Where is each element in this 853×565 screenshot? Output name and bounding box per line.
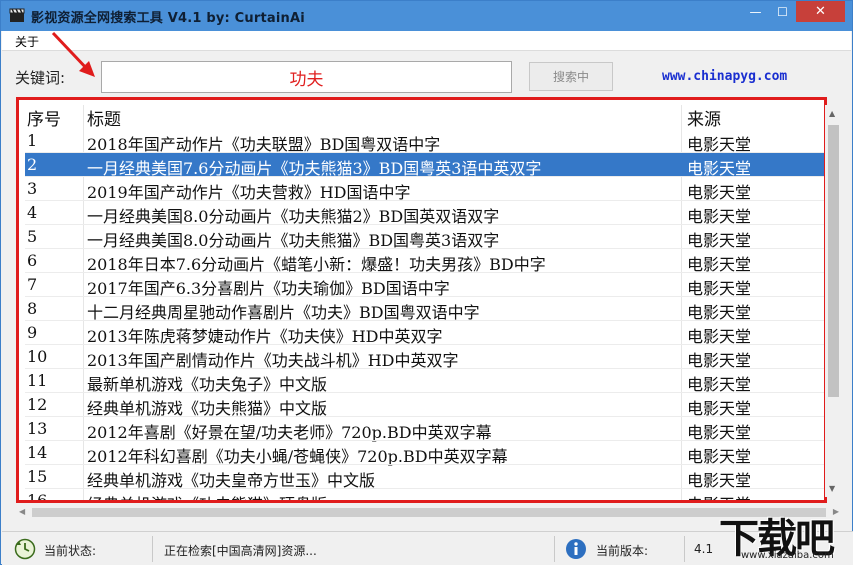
search-button[interactable]: 搜索中 bbox=[529, 62, 613, 91]
status-divider bbox=[554, 536, 555, 562]
window-title: 影视资源全网搜索工具 V4.1 by: CurtainAi bbox=[31, 11, 305, 26]
horizontal-scroll-thumb[interactable] bbox=[32, 508, 826, 517]
table-row[interactable]: 13 2012年喜剧《好景在望/功夫老师》720p.BD中英双字幕 电影天堂 bbox=[25, 417, 824, 442]
table-row[interactable]: 2 一月经典美国7.6分动画片《功夫熊猫3》BD国粤英3语中英双字 电影天堂 bbox=[25, 153, 824, 178]
table-row[interactable]: 1 2018年国产动作片《功夫联盟》BD国粤双语中字 电影天堂 bbox=[25, 129, 824, 154]
close-button[interactable]: ✕ bbox=[796, 1, 845, 22]
row-number: 7 bbox=[27, 275, 38, 294]
row-number: 11 bbox=[27, 371, 48, 390]
status-state-label: 当前状态: bbox=[44, 544, 97, 558]
menu-item-about[interactable]: 关于 bbox=[15, 33, 39, 50]
status-version-value: 4.1 bbox=[694, 542, 714, 556]
scroll-up-icon[interactable]: ▲ bbox=[829, 109, 835, 118]
row-number: 10 bbox=[27, 347, 48, 366]
column-header-source[interactable]: 来源 bbox=[687, 105, 721, 130]
row-number: 6 bbox=[27, 251, 38, 270]
keyword-label: 关键词: bbox=[15, 69, 66, 87]
results-list[interactable]: 序号 标题 来源 1 2018年国产动作片《功夫联盟》BD国粤双语中字 电影天堂 2 一… bbox=[16, 97, 827, 503]
table-row[interactable]: 10 2013年国产剧情动作片《功夫战斗机》HD中英双字 电影天堂 bbox=[25, 345, 824, 370]
row-number: 3 bbox=[27, 179, 38, 198]
status-state-value: 正在检索[中国高清网]资源... bbox=[164, 544, 317, 558]
table-row[interactable]: 14 2012年科幻喜剧《功夫小蝇/苍蝇侠》720p.BD中英双字幕 电影天堂 bbox=[25, 441, 824, 466]
row-number: 5 bbox=[27, 227, 38, 246]
table-row[interactable]: 6 2018年日本7.6分动画片《蜡笔小新：爆盛！功夫男孩》BD中字 电影天堂 bbox=[25, 249, 824, 274]
status-divider bbox=[152, 536, 153, 562]
table-row[interactable]: 8 十二月经典周星驰动作喜剧片《功夫》BD国粤双语中字 电影天堂 bbox=[25, 297, 824, 322]
row-title: 经典单机游戏《功夫熊猫》硬盘版 bbox=[87, 491, 679, 500]
watermark-logo: 下载吧 www.xiazaiba.com bbox=[719, 506, 851, 564]
keyword-input[interactable] bbox=[101, 61, 512, 93]
row-number: 4 bbox=[27, 203, 38, 222]
info-icon bbox=[566, 539, 586, 559]
row-source: 电影天堂 bbox=[687, 491, 807, 500]
row-number: 2 bbox=[27, 155, 38, 174]
table-row[interactable]: 4 一月经典美国8.0分动画片《功夫熊猫2》BD国英双语双字 电影天堂 bbox=[25, 201, 824, 226]
column-header-title[interactable]: 标题 bbox=[87, 105, 121, 130]
table-row[interactable]: 12 经典单机游戏《功夫熊猫》中文版 电影天堂 bbox=[25, 393, 824, 418]
minimize-button[interactable]: — bbox=[742, 1, 769, 22]
row-number: 12 bbox=[27, 395, 48, 414]
menu-bar: 关于 bbox=[2, 31, 851, 51]
row-number: 16 bbox=[27, 491, 48, 503]
site-link[interactable]: www.chinapyg.com bbox=[662, 69, 787, 84]
row-number: 1 bbox=[27, 131, 38, 150]
status-version-label: 当前版本: bbox=[596, 544, 649, 558]
table-row[interactable]: 11 最新单机游戏《功夫兔子》中文版 电影天堂 bbox=[25, 369, 824, 394]
vertical-scroll-thumb[interactable] bbox=[828, 125, 839, 397]
row-number: 13 bbox=[27, 419, 48, 438]
row-number: 9 bbox=[27, 323, 38, 342]
app-window: 影视资源全网搜索工具 V4.1 by: CurtainAi — ☐ ✕ 关于 关… bbox=[0, 0, 853, 565]
table-row[interactable]: 7 2017年国产6.3分喜剧片《功夫瑜伽》BD国语中字 电影天堂 bbox=[25, 273, 824, 298]
vertical-scrollbar[interactable]: ▲ ▼ bbox=[825, 105, 842, 497]
scroll-down-icon[interactable]: ▼ bbox=[829, 484, 835, 493]
status-divider bbox=[684, 536, 685, 562]
row-number: 8 bbox=[27, 299, 38, 318]
row-number: 15 bbox=[27, 467, 48, 486]
table-row[interactable]: 3 2019年国产动作片《功夫营救》HD国语中字 电影天堂 bbox=[25, 177, 824, 202]
clock-refresh-icon bbox=[14, 538, 36, 560]
table-row[interactable]: 5 一月经典美国8.0分动画片《功夫熊猫》BD国粤英3语双字 电影天堂 bbox=[25, 225, 824, 250]
scroll-left-icon[interactable]: ◀ bbox=[19, 507, 25, 516]
table-row[interactable]: 9 2013年陈虎蒋梦婕动作片《功夫侠》HD中英双字 电影天堂 bbox=[25, 321, 824, 346]
row-number: 14 bbox=[27, 443, 48, 462]
column-header-no[interactable]: 序号 bbox=[27, 105, 61, 130]
film-clapper-icon bbox=[9, 8, 25, 22]
watermark-url: www.xiazaiba.com bbox=[741, 550, 834, 561]
title-bar[interactable]: 影视资源全网搜索工具 V4.1 by: CurtainAi — ☐ ✕ bbox=[1, 1, 852, 31]
table-row[interactable]: 15 经典单机游戏《功夫皇帝方世玉》中文版 电影天堂 bbox=[25, 465, 824, 490]
table-row[interactable]: 16 经典单机游戏《功夫熊猫》硬盘版电影天堂 bbox=[25, 489, 824, 503]
maximize-button[interactable]: ☐ bbox=[769, 1, 796, 22]
